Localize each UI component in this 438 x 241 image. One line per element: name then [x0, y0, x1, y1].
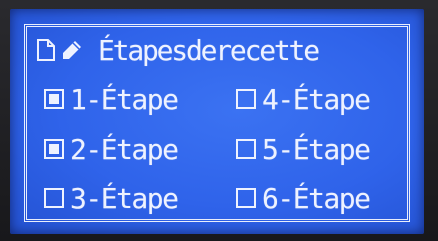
step-5-label: 5-Étape	[262, 132, 371, 166]
step-3-label: 3-Étape	[70, 181, 179, 215]
step-item-6[interactable]: 6-Étape	[236, 179, 371, 217]
pencil-icon	[60, 38, 84, 62]
step-6-label: 6-Étape	[262, 181, 371, 215]
step-2-label: 2-Étape	[70, 132, 179, 166]
step-1-label: 1-Étape	[70, 82, 179, 116]
step-3-checkbox[interactable]	[44, 188, 64, 208]
step-4-label: 4-Étape	[262, 82, 371, 116]
step-item-2[interactable]: 2-Étape	[44, 130, 179, 168]
step-5-checkbox[interactable]	[236, 139, 256, 159]
step-6-checkbox[interactable]	[236, 188, 256, 208]
step-item-4[interactable]: 4-Étape	[236, 80, 371, 118]
step-item-3[interactable]: 3-Étape	[44, 179, 179, 217]
page-title: Étapesderecette	[98, 33, 320, 67]
step-2-checkbox[interactable]	[44, 139, 64, 159]
step-item-5[interactable]: 5-Étape	[236, 130, 371, 168]
step-1-checkbox[interactable]	[44, 89, 64, 109]
document-icon	[36, 38, 56, 62]
step-item-1[interactable]: 1-Étape	[44, 80, 179, 118]
step-4-checkbox[interactable]	[236, 89, 256, 109]
title-bar: Étapesderecette	[36, 30, 320, 70]
